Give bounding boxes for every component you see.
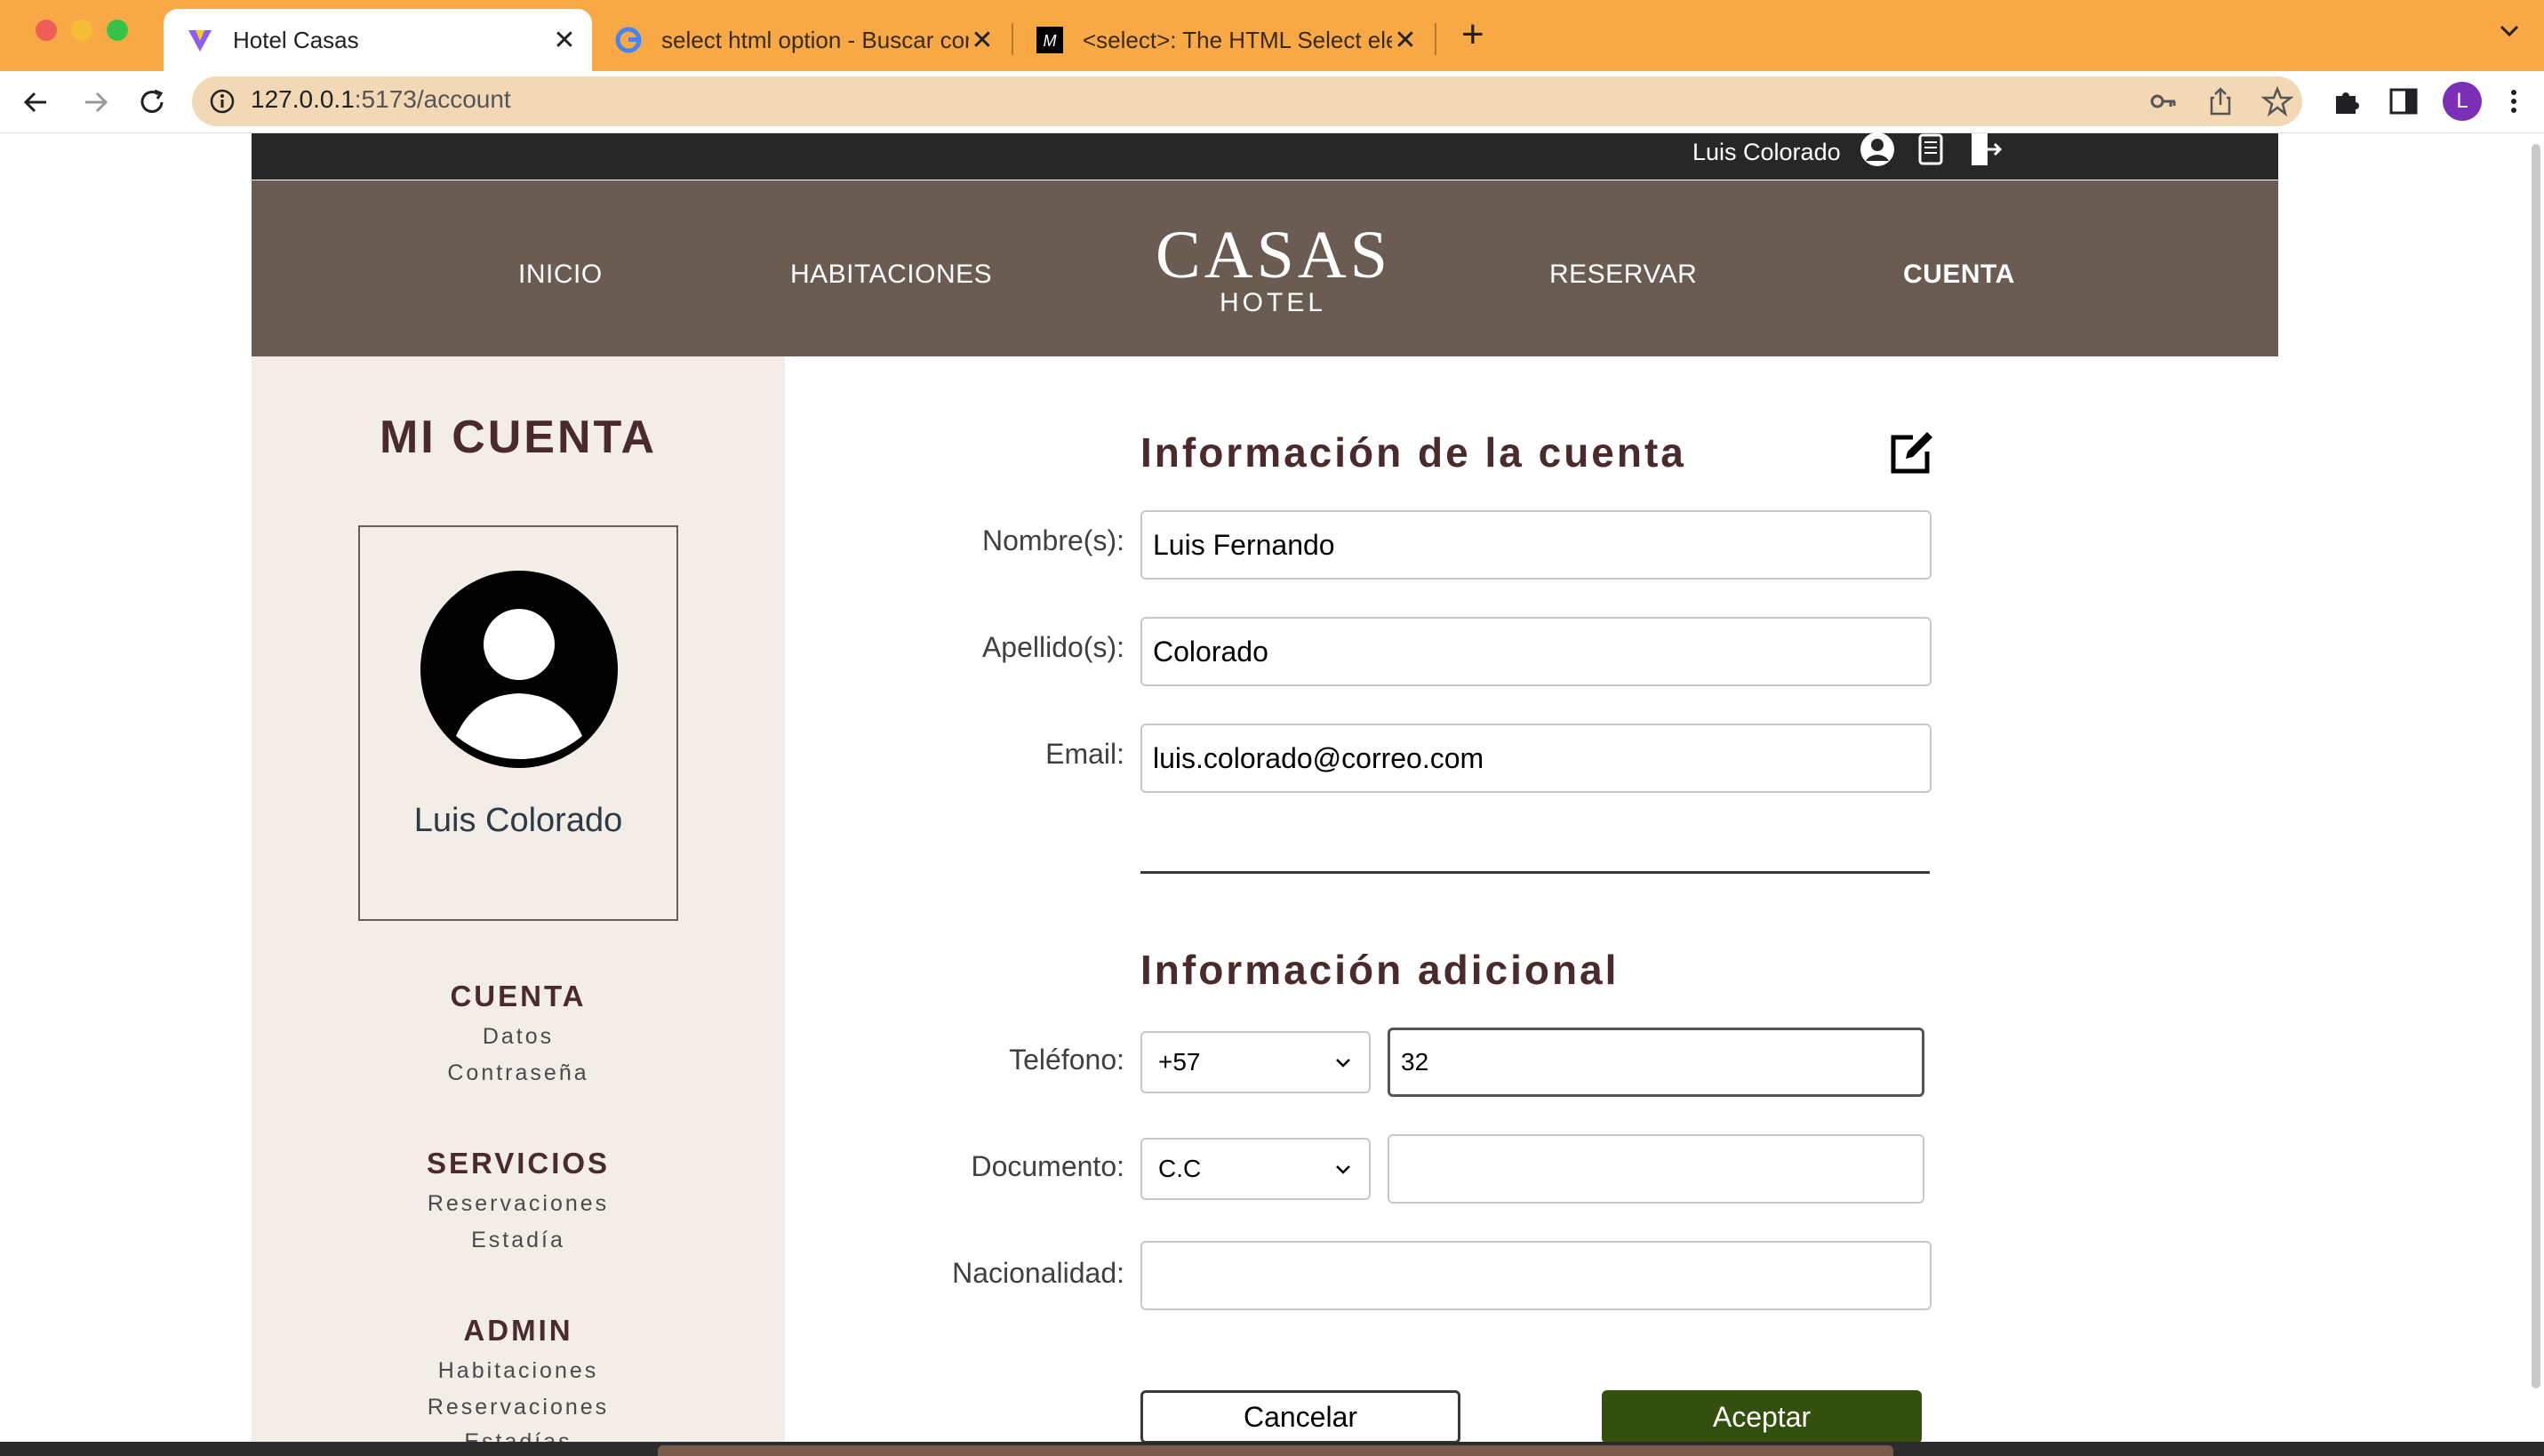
more-menu-icon[interactable] xyxy=(2498,85,2530,117)
email-label: Email: xyxy=(1045,738,1124,770)
tab-separator xyxy=(1435,23,1436,55)
logout-icon[interactable] xyxy=(1964,130,2004,169)
nacionalidad-label: Nacionalidad: xyxy=(952,1257,1124,1289)
close-tab-icon[interactable]: ✕ xyxy=(969,25,996,56)
document-type-select[interactable]: C.C xyxy=(1140,1138,1371,1200)
url-path: :5173/account xyxy=(354,85,511,113)
profile-avatar[interactable]: L xyxy=(2443,82,2482,121)
key-icon[interactable] xyxy=(2148,85,2180,117)
accept-button[interactable]: Aceptar xyxy=(1602,1390,1922,1444)
tab-hotel-casas[interactable]: Hotel Casas ✕ xyxy=(164,9,592,71)
document-type-value: C.C xyxy=(1158,1155,1202,1182)
google-icon xyxy=(615,27,642,53)
url-host: 127.0.0.1 xyxy=(251,85,355,113)
apellido-input[interactable]: Colorado xyxy=(1140,617,1932,686)
page-scrollbar[interactable] xyxy=(2532,144,2540,1388)
dock-edge xyxy=(658,1445,1893,1456)
nombre-input[interactable]: Luis Fernando xyxy=(1140,510,1932,580)
profile-name: Luis Colorado xyxy=(413,802,623,839)
phone-code-select[interactable]: +57 xyxy=(1140,1031,1371,1093)
back-arrow-icon[interactable] xyxy=(20,85,53,119)
document-input[interactable] xyxy=(1388,1134,1924,1204)
profile-avatar-icon xyxy=(420,571,618,772)
telefono-label: Teléfono: xyxy=(1009,1044,1124,1076)
apellido-label: Apellido(s): xyxy=(981,631,1124,663)
svg-text:M: M xyxy=(1044,32,1057,50)
share-icon[interactable] xyxy=(2204,85,2236,117)
logo-hotel: HOTEL xyxy=(1220,288,1327,317)
additional-info-title: Información adicional xyxy=(1140,947,1620,993)
vite-icon xyxy=(187,27,213,53)
close-tab-icon[interactable]: ✕ xyxy=(551,25,578,56)
tab-search-chevron-icon[interactable] xyxy=(2496,18,2523,44)
phone-input[interactable]: 32 xyxy=(1388,1028,1924,1097)
sidebar-item-contrasena[interactable]: Contraseña xyxy=(252,1060,785,1086)
logo-casas[interactable]: CASAS xyxy=(1156,217,1391,294)
nav-cuenta[interactable]: CUENTA xyxy=(1903,260,2015,290)
sidebar-item-admin-reservaciones[interactable]: Reservaciones xyxy=(252,1395,785,1420)
email-input[interactable]: luis.colorado@correo.com xyxy=(1140,724,1932,793)
mdn-icon: M xyxy=(1036,27,1063,53)
new-tab-button[interactable]: + xyxy=(1461,12,1484,57)
close-tab-icon[interactable]: ✕ xyxy=(1392,25,1419,56)
phone-code-value: +57 xyxy=(1158,1048,1201,1076)
url-text: 127.0.0.1:5173/account xyxy=(251,85,511,114)
chevron-down-icon xyxy=(1336,1165,1350,1174)
section-divider xyxy=(1140,871,1930,874)
close-window-button[interactable] xyxy=(36,20,57,41)
site-info-icon[interactable] xyxy=(208,87,236,120)
side-panel-icon[interactable] xyxy=(2388,85,2420,117)
maximize-window-button[interactable] xyxy=(107,20,128,41)
nav-reservar[interactable]: RESERVAR xyxy=(1549,260,1697,290)
nav-habitaciones[interactable]: HABITACIONES xyxy=(790,260,992,290)
sidebar-item-reservaciones[interactable]: Reservaciones xyxy=(252,1191,785,1217)
tab-title: Hotel Casas xyxy=(233,26,359,53)
nav-inicio[interactable]: INICIO xyxy=(518,260,603,290)
sidebar-section-cuenta: CUENTA xyxy=(450,980,587,1012)
browser-tab-bar: Hotel Casas ✕ select html option - Busca… xyxy=(0,0,2544,71)
tab-google-search[interactable]: select html option - Buscar con Google ✕ xyxy=(592,9,1010,71)
nacionalidad-input[interactable] xyxy=(1140,1241,1932,1310)
booking-book-icon[interactable] xyxy=(1911,130,1950,169)
documento-label: Documento: xyxy=(971,1150,1124,1182)
edit-icon[interactable] xyxy=(1886,428,1936,483)
sidebar-section-admin: ADMIN xyxy=(463,1314,573,1347)
tab-title: select html option - Buscar con Google xyxy=(661,26,969,53)
minimize-window-button[interactable] xyxy=(71,20,92,41)
reload-icon[interactable] xyxy=(135,85,169,119)
forward-arrow-icon[interactable] xyxy=(78,85,112,119)
nombre-label: Nombre(s): xyxy=(981,524,1124,556)
sidebar-title: MI CUENTA xyxy=(379,412,657,463)
chevron-down-icon xyxy=(1336,1059,1350,1068)
sidebar-section-servicios: SERVICIOS xyxy=(426,1147,611,1180)
sidebar-item-datos[interactable]: Datos xyxy=(252,1024,785,1050)
bookmark-star-icon[interactable] xyxy=(2260,85,2294,117)
cancel-button[interactable]: Cancelar xyxy=(1140,1390,1460,1444)
sidebar-item-estadia[interactable]: Estadía xyxy=(252,1228,785,1253)
user-circle-icon[interactable] xyxy=(1858,130,1897,169)
tab-title: <select>: The HTML Select element xyxy=(1083,26,1392,53)
top-username: Luis Colorado xyxy=(1692,139,1841,165)
extensions-icon[interactable] xyxy=(2331,85,2363,117)
sidebar-item-admin-habitaciones[interactable]: Habitaciones xyxy=(252,1358,785,1384)
tab-mdn-select[interactable]: M <select>: The HTML Select element ✕ xyxy=(1013,9,1433,71)
account-info-title: Información de la cuenta xyxy=(1140,429,1686,476)
